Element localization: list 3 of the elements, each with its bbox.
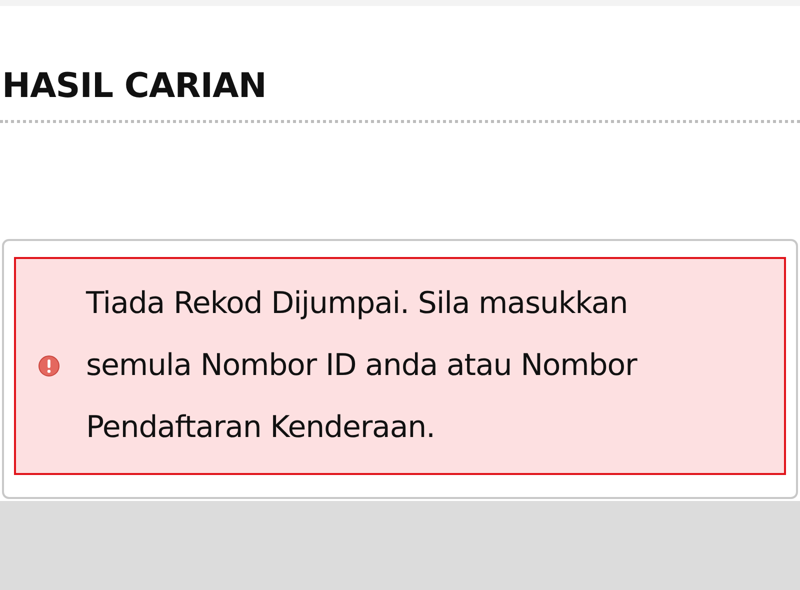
error-message: Tiada Rekod Dijumpai. Sila masukkan semula Nombor ID anda atau Nombor Pendaftaran Kenderaan. xyxy=(86,285,638,447)
section-heading: HASIL CARIAN xyxy=(2,66,268,106)
warning-icon xyxy=(38,355,60,377)
